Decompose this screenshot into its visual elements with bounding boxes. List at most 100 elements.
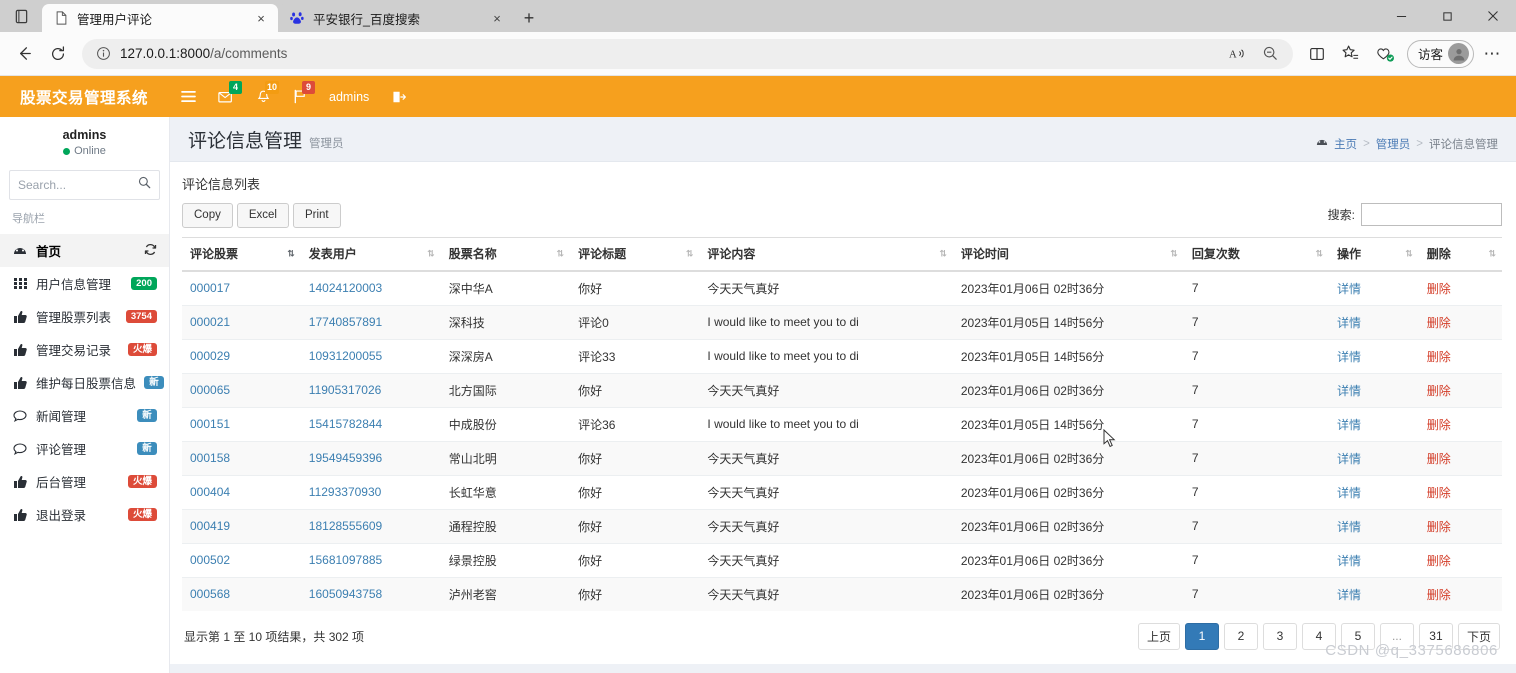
delete-link[interactable]: 删除	[1427, 350, 1451, 364]
cell-stock-code-link[interactable]: 000017	[190, 281, 230, 295]
sidebar-item-admin[interactable]: 后台管理 火爆	[0, 465, 169, 498]
delete-link[interactable]: 删除	[1427, 554, 1451, 568]
close-icon[interactable]: ×	[488, 9, 506, 27]
detail-link[interactable]: 详情	[1337, 486, 1361, 500]
minimize-icon[interactable]	[1378, 0, 1424, 32]
pagination-page-2[interactable]: 2	[1223, 622, 1258, 650]
delete-link[interactable]: 删除	[1427, 520, 1451, 534]
table-search-input[interactable]	[1361, 203, 1502, 226]
sidebar-item-stock-list[interactable]: 管理股票列表 3754	[0, 300, 169, 333]
cell-user-link[interactable]: 10931200055	[309, 349, 382, 363]
column-header-delete[interactable]: 删除 ⇅	[1418, 236, 1502, 272]
address-bar[interactable]: 127.0.0.1:8000/a/comments A	[82, 38, 1293, 70]
column-header-user[interactable]: 发表用户 ⇅	[300, 236, 441, 272]
detail-link[interactable]: 详情	[1337, 418, 1361, 432]
cell-stock-code-link[interactable]: 000065	[190, 383, 230, 397]
detail-link[interactable]: 详情	[1337, 384, 1361, 398]
delete-link[interactable]: 删除	[1427, 452, 1451, 466]
search-icon[interactable]	[138, 176, 151, 194]
user-menu[interactable]: admins	[318, 76, 380, 117]
cell-stock-code-link[interactable]: 000021	[190, 315, 230, 329]
sidebar-item-home[interactable]: 首页	[0, 234, 169, 267]
cell-user-link[interactable]: 11293370930	[309, 485, 382, 499]
cell-user-link[interactable]: 15681097885	[309, 553, 382, 567]
delete-link[interactable]: 删除	[1427, 282, 1451, 296]
delete-link[interactable]: 删除	[1427, 486, 1451, 500]
maximize-icon[interactable]	[1424, 0, 1470, 32]
zoom-out-icon[interactable]	[1255, 38, 1287, 70]
tab-search-icon[interactable]	[0, 0, 42, 32]
notifications-button[interactable]: 10	[245, 76, 282, 117]
cell-stock-code-link[interactable]: 000158	[190, 451, 230, 465]
refresh-icon[interactable]	[144, 243, 157, 259]
breadcrumb-item-home[interactable]: 主页	[1334, 136, 1357, 152]
delete-link[interactable]: 删除	[1427, 588, 1451, 602]
menu-toggle-button[interactable]	[170, 76, 207, 117]
messages-button[interactable]: 4	[207, 76, 245, 117]
cell-stock-code-link[interactable]: 000568	[190, 587, 230, 601]
copy-button[interactable]: Copy	[182, 203, 233, 228]
print-button[interactable]: Print	[292, 203, 341, 228]
column-header-replies[interactable]: 回复次数 ⇅	[1183, 236, 1330, 272]
pagination-page-3[interactable]: 3	[1262, 622, 1297, 650]
tasks-button[interactable]: 9	[282, 76, 318, 117]
cell-stock-code-link[interactable]: 000029	[190, 349, 230, 363]
detail-link[interactable]: 详情	[1337, 452, 1361, 466]
cell-stock-name: 深中华A	[440, 270, 571, 306]
reload-icon[interactable]	[42, 38, 74, 70]
cell-user-link[interactable]: 18128555609	[309, 519, 382, 533]
split-screen-icon[interactable]	[1301, 38, 1333, 70]
sidebar-item-trade-records[interactable]: 管理交易记录 火爆	[0, 333, 169, 366]
column-header-time[interactable]: 评论时间 ⇅	[952, 236, 1184, 272]
breadcrumb-item-admin[interactable]: 管理员	[1376, 136, 1411, 152]
profile-button[interactable]: 访客	[1406, 39, 1474, 68]
sidebar-search[interactable]	[9, 170, 160, 200]
cell-user-link[interactable]: 16050943758	[309, 587, 382, 601]
cell-user-link[interactable]: 14024120003	[309, 281, 382, 295]
pagination-page-1[interactable]: 1	[1184, 622, 1219, 650]
column-header-content[interactable]: 评论内容 ⇅	[699, 236, 953, 272]
cell-stock-name: 长虹华意	[440, 474, 571, 510]
detail-link[interactable]: 详情	[1337, 554, 1361, 568]
back-icon[interactable]	[8, 38, 40, 70]
delete-link[interactable]: 删除	[1427, 418, 1451, 432]
pagination-prev[interactable]: 上页	[1137, 622, 1180, 650]
cell-user-link[interactable]: 11905317026	[309, 383, 382, 397]
detail-link[interactable]: 详情	[1337, 282, 1361, 296]
cell-stock-code-link[interactable]: 000151	[190, 417, 230, 431]
delete-link[interactable]: 删除	[1427, 384, 1451, 398]
read-aloud-icon[interactable]: A	[1221, 38, 1253, 70]
search-input[interactable]	[18, 178, 138, 192]
info-icon[interactable]	[94, 45, 112, 63]
logout-button[interactable]	[380, 76, 417, 117]
detail-link[interactable]: 详情	[1337, 316, 1361, 330]
excel-button[interactable]: Excel	[236, 203, 289, 228]
browser-tab-active[interactable]: 管理用户评论 ×	[42, 4, 278, 32]
sidebar-item-users[interactable]: 用户信息管理 200	[0, 267, 169, 300]
close-window-icon[interactable]	[1470, 0, 1516, 32]
cell-user-link[interactable]: 17740857891	[309, 315, 382, 329]
sidebar-item-comments[interactable]: 评论管理 新	[0, 432, 169, 465]
collections-icon[interactable]	[1369, 38, 1401, 70]
favorites-star-icon[interactable]	[1335, 38, 1367, 70]
column-header-stock-name[interactable]: 股票名称 ⇅	[440, 236, 571, 272]
close-icon[interactable]: ×	[252, 9, 270, 27]
delete-link[interactable]: 删除	[1427, 316, 1451, 330]
detail-link[interactable]: 详情	[1337, 520, 1361, 534]
detail-link[interactable]: 详情	[1337, 350, 1361, 364]
sidebar-item-daily-stock[interactable]: 维护每日股票信息 新	[0, 366, 169, 399]
column-header-title[interactable]: 评论标题 ⇅	[570, 236, 700, 272]
column-header-stock-code[interactable]: 评论股票 ⇅	[182, 236, 301, 272]
sidebar-item-logout[interactable]: 退出登录 火爆	[0, 498, 169, 531]
cell-user-link[interactable]: 19549459396	[309, 451, 382, 465]
new-tab-button[interactable]: +	[514, 4, 544, 32]
more-options-icon[interactable]: ⋯	[1476, 38, 1508, 70]
browser-tab-inactive[interactable]: 平安银行_百度搜索 ×	[278, 4, 514, 32]
column-header-action[interactable]: 操作 ⇅	[1329, 236, 1419, 272]
cell-stock-code-link[interactable]: 000404	[190, 485, 230, 499]
cell-user-link[interactable]: 15415782844	[309, 417, 382, 431]
cell-stock-code-link[interactable]: 000502	[190, 553, 230, 567]
cell-stock-code-link[interactable]: 000419	[190, 519, 230, 533]
detail-link[interactable]: 详情	[1337, 588, 1361, 602]
sidebar-item-news[interactable]: 新闻管理 新	[0, 399, 169, 432]
